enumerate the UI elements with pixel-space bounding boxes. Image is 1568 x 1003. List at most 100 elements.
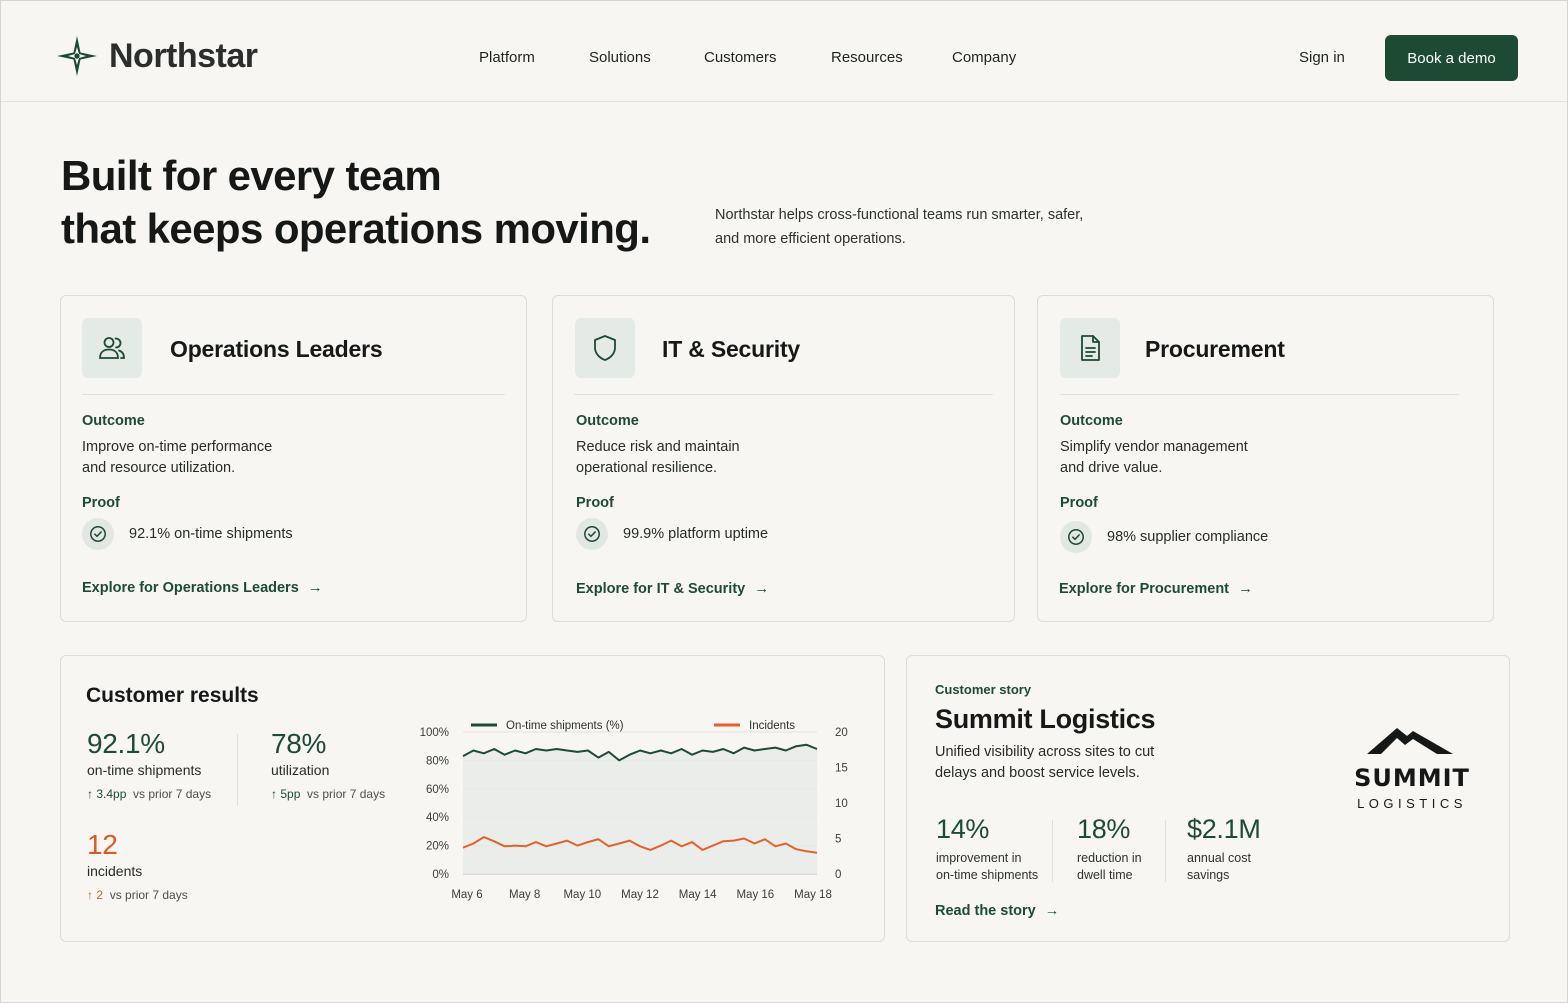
check-circle-icon <box>576 518 608 550</box>
story-metric-label: reduction in dwell time <box>1077 851 1142 882</box>
book-demo-button[interactable]: Book a demo <box>1385 35 1518 81</box>
y-left-tick: 0% <box>432 869 449 881</box>
team-title: IT & Security <box>662 336 800 362</box>
story-metric-divider <box>1052 820 1053 882</box>
nav-solutions[interactable]: Solutions <box>589 49 651 66</box>
card-divider <box>574 394 993 395</box>
team-title: Operations Leaders <box>170 336 383 362</box>
metric-utilization: 78% utilization ↑ 5pp vs prior 7 days <box>271 728 385 801</box>
story-metric-value: 14% <box>936 814 990 844</box>
proof-label: Proof <box>576 495 614 511</box>
proof-row: 92.1% on-time shipments <box>82 518 293 550</box>
results-line-chart: On-time shipments (%) Incidents 0% 20% 40% 60… <box>420 720 848 901</box>
outcome-line-2: and resource utilization. <box>82 460 236 476</box>
explore-link-label: Explore for Operations Leaders <box>82 579 299 596</box>
x-tick: May 18 <box>794 889 832 901</box>
y-right-tick: 5 <box>835 834 841 846</box>
arrow-up-icon: ↑ <box>87 888 93 902</box>
proof-label: Proof <box>1060 495 1098 511</box>
outcome-label: Outcome <box>82 413 145 429</box>
sign-in-link[interactable]: Sign in <box>1299 49 1345 66</box>
card-divider <box>1060 394 1459 395</box>
proof-row: 99.9% platform uptime <box>576 518 768 550</box>
delta-value: 5pp <box>280 787 301 801</box>
outcome-label: Outcome <box>576 413 639 429</box>
x-tick: May 10 <box>563 889 601 901</box>
metric-label: incidents <box>87 863 143 879</box>
team-card-it-security: IT & Security Outcome Reduce risk and ma… <box>552 295 1015 622</box>
y-left-tick: 20% <box>426 841 449 853</box>
story-metric-on-time: 14% improvement in on-time shipments <box>936 814 1038 884</box>
team-title: Procurement <box>1145 336 1285 362</box>
outcome-line-1: Simplify vendor management <box>1060 439 1248 455</box>
delta-note: vs prior 7 days <box>133 787 212 801</box>
story-metric-savings: $2.1M annual cost savings <box>1187 814 1261 884</box>
explore-procurement-link[interactable]: Explore for Procurement → <box>1059 580 1253 597</box>
metric-value: 92.1% <box>87 728 165 759</box>
northstar-star-icon <box>57 36 97 76</box>
explore-it-security-link[interactable]: Explore for IT & Security → <box>576 580 769 597</box>
legend-label-on-time: On-time shipments (%) <box>506 720 624 732</box>
metric-divider <box>237 734 238 806</box>
nav-platform[interactable]: Platform <box>479 49 535 66</box>
customer-results-card: Customer results 92.1% on-time shipments… <box>60 655 885 942</box>
outcome-text: Simplify vendor management and drive val… <box>1060 437 1248 479</box>
check-circle-icon <box>82 518 114 550</box>
check-circle-icon <box>1060 521 1092 553</box>
y-left-tick: 100% <box>420 727 449 739</box>
story-title: Summit Logistics <box>935 704 1156 734</box>
nav-resources[interactable]: Resources <box>831 49 903 66</box>
read-story-link[interactable]: Read the story → <box>935 903 1059 919</box>
metric-label: utilization <box>271 762 330 778</box>
outcome-line-1: Reduce risk and maintain <box>576 439 740 455</box>
metric-incidents: 12 incidents ↑ 2 vs prior 7 days <box>87 829 188 902</box>
proof-text: 92.1% on-time shipments <box>129 526 293 542</box>
x-tick: May 8 <box>509 889 540 901</box>
story-metric-label: improvement in on-time shipments <box>936 851 1039 882</box>
outcome-line-1: Improve on-time performance <box>82 439 273 455</box>
outcome-text: Reduce risk and maintain operational res… <box>576 437 740 479</box>
story-metric-dwell: 18% reduction in dwell time <box>1077 814 1142 884</box>
proof-text: 98% supplier compliance <box>1107 529 1269 545</box>
metric-on-time: 92.1% on-time shipments ↑ 3.4pp vs prior… <box>87 728 211 801</box>
site-header: Northstar Platform Solutions Customers R… <box>1 1 1567 102</box>
outcome-text: Improve on-time performance and resource… <box>82 437 272 479</box>
explore-link-label: Explore for Procurement <box>1059 580 1230 597</box>
on-time-area <box>463 744 817 874</box>
nav-customers[interactable]: Customers <box>704 49 777 66</box>
summit-logo-word: SUMMIT <box>1354 764 1470 792</box>
arrow-right-icon: → <box>307 579 323 596</box>
outcome-line-2: and drive value. <box>1060 460 1163 476</box>
story-metric-label: annual cost savings <box>1187 851 1251 882</box>
brand-logo[interactable]: Northstar <box>56 35 258 77</box>
shield-icon <box>575 318 635 378</box>
story-metric-value: $2.1M <box>1187 814 1261 844</box>
metric-value: 78% <box>271 728 327 759</box>
y-right-tick: 20 <box>835 727 848 739</box>
arrow-up-icon: ↑ <box>87 787 93 801</box>
hero-title-line-2: that keeps operations moving. <box>61 205 651 252</box>
card-divider <box>82 394 505 395</box>
legend-label-incidents: Incidents <box>749 720 795 732</box>
explore-link-label: Explore for IT & Security <box>576 580 746 597</box>
arrow-right-icon: → <box>1238 580 1254 597</box>
summit-logo-subword: LOGISTICS <box>1357 796 1467 811</box>
proof-text: 99.9% platform uptime <box>623 526 769 542</box>
proof-label: Proof <box>82 495 120 511</box>
y-left-tick: 40% <box>426 812 449 824</box>
delta-note: vs prior 7 days <box>109 888 188 902</box>
x-tick: May 16 <box>736 889 774 901</box>
x-tick: May 14 <box>679 889 717 901</box>
y-right-tick: 0 <box>835 869 841 881</box>
metric-value: 12 <box>87 829 118 860</box>
brand-name: Northstar <box>109 36 258 75</box>
story-metric-value: 18% <box>1077 814 1131 844</box>
explore-operations-link[interactable]: Explore for Operations Leaders → <box>82 579 323 596</box>
arrow-right-icon: → <box>754 580 770 597</box>
y-right-tick: 10 <box>835 798 848 810</box>
users-icon <box>82 318 142 378</box>
story-eyebrow: Customer story <box>935 682 1032 697</box>
arrow-up-icon: ↑ <box>271 787 277 801</box>
results-title: Customer results <box>86 684 259 707</box>
nav-company[interactable]: Company <box>952 49 1016 66</box>
